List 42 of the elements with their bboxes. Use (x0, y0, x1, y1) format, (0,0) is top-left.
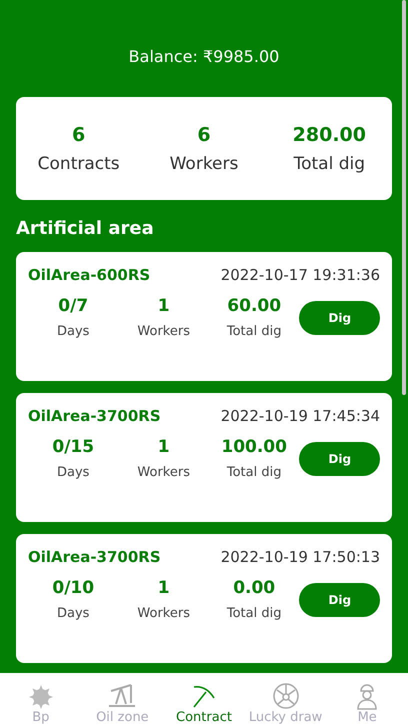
nav-tab[interactable]: Contract (163, 673, 245, 727)
balance-text: Balance: ₹9985.00 (128, 46, 280, 68)
stat-label: Workers (137, 324, 190, 339)
stat-label: Total dig (226, 324, 282, 339)
stat-value: 0/10 (52, 578, 94, 598)
contract-time: 2022-10-19 17:50:13 (220, 548, 380, 566)
stat-label: Days (57, 324, 90, 339)
dig-button[interactable]: Dig (299, 300, 380, 334)
stat-label: Total dig (226, 465, 282, 480)
stat-label: Workers (137, 465, 190, 480)
wheel-icon (272, 682, 300, 710)
contract-name: OilArea-3700RS (28, 407, 161, 425)
stat-value: 0.00 (233, 578, 276, 598)
stat-value: 1 (158, 296, 170, 316)
contract-time: 2022-10-17 19:31:36 (220, 266, 380, 284)
contract-time: 2022-10-19 17:45:34 (220, 407, 380, 425)
stat-value: 0/15 (52, 437, 94, 457)
summary-label: Total dig (294, 154, 366, 174)
stat-label: Days (57, 606, 90, 621)
stat-value: 1 (158, 578, 170, 598)
stat-value: 100.00 (221, 437, 287, 457)
pickaxe-icon (190, 684, 217, 710)
contract-name: OilArea-3700RS (28, 548, 161, 566)
contract-name: OilArea-600RS (28, 266, 150, 284)
sun-icon (28, 684, 54, 710)
worker-icon (355, 682, 380, 710)
stat-label: Total dig (226, 606, 282, 621)
stat-value: 0/7 (58, 296, 88, 316)
summary-value: 6 (197, 124, 211, 146)
pump-jack-icon (107, 682, 138, 710)
stat-label: Days (57, 465, 90, 480)
summary-value: 6 (72, 124, 86, 146)
dig-button[interactable]: Dig (299, 582, 380, 616)
summary-label: Contracts (38, 154, 120, 174)
scrollbar[interactable] (402, 0, 406, 395)
stat-label: Workers (137, 606, 190, 621)
summary-label: Workers (170, 154, 238, 174)
stat-value: 1 (158, 437, 170, 457)
dig-button[interactable]: Dig (299, 442, 380, 476)
stat-value: 60.00 (227, 296, 282, 316)
summary-value: 280.00 (292, 124, 366, 146)
section-title: Artificial area (16, 218, 155, 239)
